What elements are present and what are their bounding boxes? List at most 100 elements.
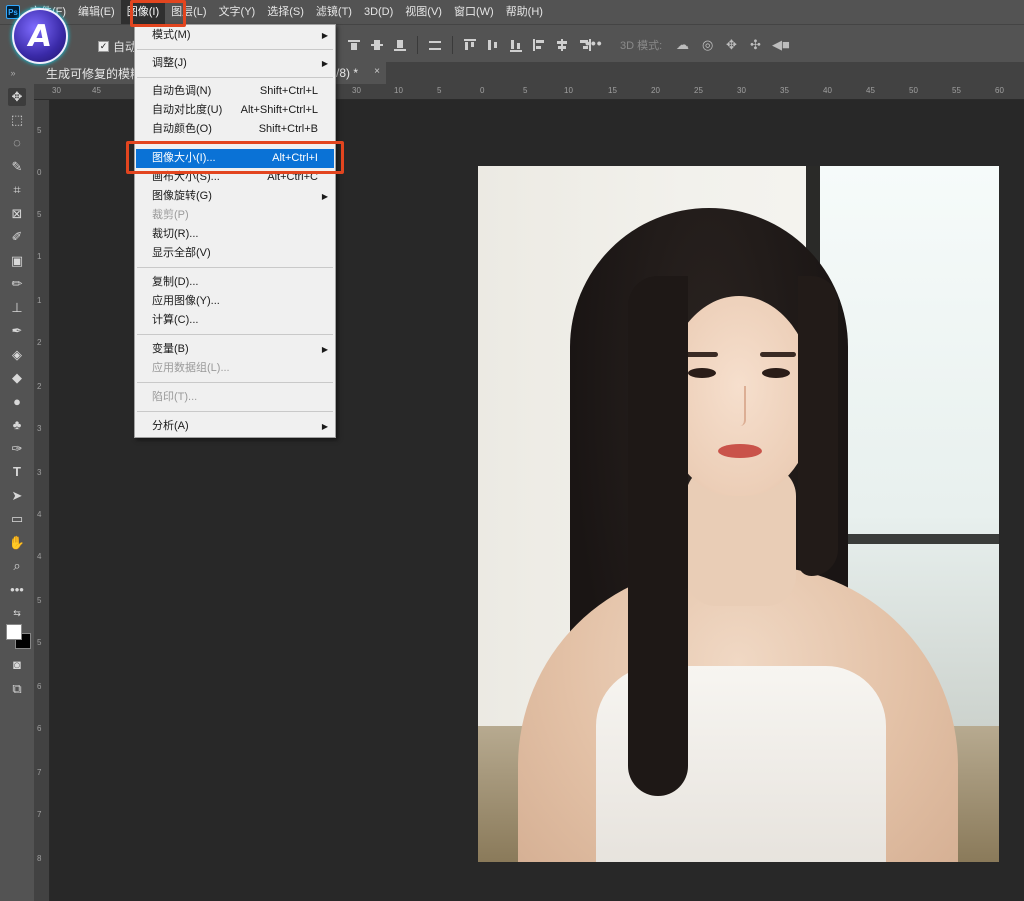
swap-colors-icon[interactable]: ⇆ (8, 604, 26, 622)
v-tick: 4 (37, 510, 42, 519)
foreground-color-swatch[interactable] (6, 624, 22, 640)
brush-tool-icon[interactable]: ✏ (8, 275, 26, 293)
3d-pan-icon[interactable]: ✥ (726, 37, 737, 53)
h-tick: 5 (437, 86, 442, 95)
distribute-vcenter-icon[interactable] (487, 38, 499, 52)
v-tick: 7 (37, 768, 42, 777)
menu-view[interactable]: 视图(V) (399, 0, 448, 24)
v-tick: 3 (37, 424, 42, 433)
paint-bucket-tool-icon[interactable]: ◆ (8, 369, 26, 387)
h-tick: 50 (909, 86, 918, 95)
brand-badge-logo: A (12, 8, 68, 64)
blur-tool-icon[interactable]: ● (8, 393, 26, 411)
distribute-hcenter-icon[interactable] (556, 38, 568, 52)
align-top-icon[interactable] (348, 38, 360, 52)
image-menu-dropdown: 模式(M) ▶ 调整(J) ▶ 自动色调(N) Shift+Ctrl+L 自动对比度(… (134, 24, 336, 438)
path-select-tool-icon[interactable]: ➤ (8, 487, 26, 505)
distribute-bottom-icon[interactable] (510, 38, 522, 52)
h-tick: 55 (952, 86, 961, 95)
portrait-photo[interactable] (478, 166, 999, 862)
menu-item-reveal-all[interactable]: 显示全部(V) (136, 244, 334, 263)
v-tick: 1 (37, 252, 42, 261)
quick-mask-icon[interactable]: ◙ (8, 656, 26, 674)
close-tab-icon[interactable]: × (374, 66, 380, 77)
submenu-arrow-icon: ▶ (321, 59, 328, 68)
collapse-panel-icon[interactable]: » (4, 64, 22, 82)
align-vcenter-icon[interactable] (371, 38, 383, 52)
quick-select-tool-icon[interactable]: ✎ (8, 158, 26, 176)
v-tick: 7 (37, 810, 42, 819)
3d-slide-icon[interactable]: ✣ (750, 37, 761, 53)
auto-select-checkbox[interactable]: ✓ 自动 (98, 38, 137, 55)
hand-tool-icon[interactable]: ✋ (8, 534, 26, 552)
screen-mode-icon[interactable]: ⧉ (8, 680, 26, 698)
h-tick: 10 (564, 86, 573, 95)
menu-item-analysis[interactable]: 分析(A) ▶ (136, 417, 334, 436)
tools-panel: » ✥ ⬚ ◌ ✎ ⌗ ⊠ ✐ ▣ ✏ ⊥ ✒ ◈ ◆ ● ♣ ✑ T ➤ ▭ … (0, 62, 34, 901)
3d-scale-icon[interactable]: ◀■ (772, 37, 790, 53)
eraser-tool-icon[interactable]: ◈ (8, 346, 26, 364)
h-tick: 10 (394, 86, 403, 95)
frame-tool-icon[interactable]: ⊠ (8, 205, 26, 223)
v-tick: 6 (37, 724, 42, 733)
edit-toolbar-icon[interactable]: ••• (8, 581, 26, 599)
eyedropper-tool-icon[interactable]: ✐ (8, 228, 26, 246)
distribute-left-icon[interactable] (533, 38, 545, 52)
lasso-tool-icon[interactable]: ◌ (8, 134, 26, 152)
h-tick: 15 (608, 86, 617, 95)
menu-item-crop: 裁剪(P) (152, 209, 189, 221)
menu-item-calculations[interactable]: 计算(C)... (136, 311, 334, 330)
photo-lips (718, 444, 762, 458)
menu-item-variables[interactable]: 变量(B) ▶ (136, 340, 334, 359)
healing-brush-tool-icon[interactable]: ▣ (8, 252, 26, 270)
menu-item-adjustments[interactable]: 调整(J) ▶ (136, 54, 334, 73)
menu-item-trim[interactable]: 裁切(R)... (136, 225, 334, 244)
v-tick: 6 (37, 682, 42, 691)
menu-item-apply-image[interactable]: 应用图像(Y)... (136, 292, 334, 311)
clone-stamp-tool-icon[interactable]: ⊥ (8, 299, 26, 317)
menu-item-auto-contrast[interactable]: 自动对比度(U) Alt+Shift+Ctrl+L (136, 101, 334, 120)
annotation-highlight-image-menu (130, 0, 186, 27)
h-tick: 45 (866, 86, 875, 95)
menu-3d[interactable]: 3D(D) (358, 0, 399, 24)
dodge-tool-icon[interactable]: ♣ (8, 416, 26, 434)
menu-item-duplicate[interactable]: 复制(D)... (136, 273, 334, 292)
v-tick: 5 (37, 596, 42, 605)
menu-item-auto-tone[interactable]: 自动色调(N) Shift+Ctrl+L (136, 82, 334, 101)
submenu-arrow-icon: ▶ (321, 192, 328, 201)
menu-help[interactable]: 帮助(H) (500, 0, 549, 24)
marquee-tool-icon[interactable]: ⬚ (8, 111, 26, 129)
h-tick: 30 (52, 86, 61, 95)
rectangle-tool-icon[interactable]: ▭ (8, 510, 26, 528)
submenu-arrow-icon: ▶ (321, 345, 328, 354)
align-bottom-icon[interactable] (394, 38, 406, 52)
menu-type[interactable]: 文字(Y) (213, 0, 262, 24)
more-options-icon[interactable]: ••• (585, 35, 603, 51)
menu-item-apply-data-set: 应用数据组(L)... (152, 362, 230, 374)
move-tool-icon[interactable]: ✥ (8, 88, 26, 106)
menu-select[interactable]: 选择(S) (261, 0, 310, 24)
zoom-tool-icon[interactable]: ⌕ (8, 557, 26, 575)
menu-window[interactable]: 窗口(W) (448, 0, 500, 24)
color-swatches[interactable] (6, 624, 32, 650)
v-tick: 2 (37, 338, 42, 347)
menu-filter[interactable]: 滤镜(T) (310, 0, 358, 24)
menu-edit[interactable]: 编辑(E) (72, 0, 121, 24)
v-tick: 5 (37, 638, 42, 647)
distribute-icon[interactable] (429, 38, 441, 52)
menu-item-auto-color[interactable]: 自动颜色(O) Shift+Ctrl+B (136, 120, 334, 139)
3d-orbit-icon[interactable]: ☁ (676, 37, 689, 53)
menu-item-image-rotation[interactable]: 图像旋转(G) ▶ (136, 187, 334, 206)
h-tick: 40 (823, 86, 832, 95)
type-tool-icon[interactable]: T (8, 463, 26, 481)
menu-item-mode[interactable]: 模式(M) ▶ (136, 26, 334, 45)
vertical-ruler[interactable]: 5 0 5 1 1 2 2 3 3 4 4 5 5 6 6 7 7 8 (34, 100, 50, 901)
distribute-top-icon[interactable] (464, 38, 476, 52)
3d-roll-icon[interactable]: ◎ (702, 37, 713, 53)
h-tick: 35 (780, 86, 789, 95)
pen-tool-icon[interactable]: ✑ (8, 440, 26, 458)
history-brush-tool-icon[interactable]: ✒ (8, 322, 26, 340)
submenu-arrow-icon: ▶ (321, 31, 328, 40)
crop-tool-icon[interactable]: ⌗ (8, 181, 26, 199)
h-tick: 45 (92, 86, 101, 95)
